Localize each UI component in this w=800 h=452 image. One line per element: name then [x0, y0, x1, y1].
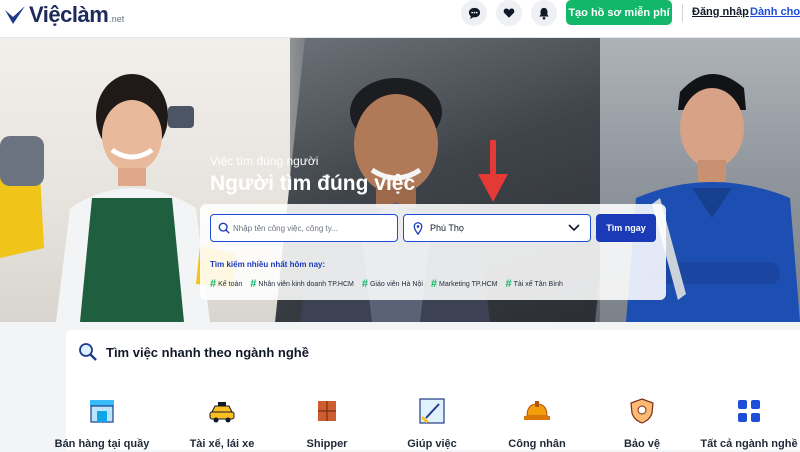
popular-tag[interactable]: # Giáo viên Hà Nội: [362, 278, 423, 290]
category-header: Tìm việc nhanh theo ngành nghề: [78, 342, 309, 362]
top-header: Việclàm .net Tạo hồ sơ miễn phí Đăng nhậ…: [0, 0, 800, 38]
hardhat-icon: [524, 401, 550, 420]
hashtag-icon: #: [505, 278, 512, 290]
popular-tag[interactable]: # Nhân viên kinh doanh TP.HCM: [250, 278, 354, 290]
create-cv-button[interactable]: Tạo hồ sơ miễn phí: [566, 0, 672, 25]
shop-icon: [90, 400, 114, 423]
popular-tag[interactable]: # Marketing TP.HCM: [431, 278, 498, 290]
bell-icon[interactable]: [531, 0, 557, 26]
category-label: Giúp việc: [407, 438, 457, 450]
hashtag-icon: #: [250, 278, 257, 290]
hashtag-icon: #: [361, 278, 368, 290]
cleaning-icon: [419, 398, 445, 424]
grid-icon: [738, 400, 760, 422]
keyword-search-input[interactable]: [233, 220, 393, 236]
magnifier-icon: [79, 343, 97, 361]
security-badge-icon: [630, 398, 654, 424]
heart-icon[interactable]: [496, 0, 522, 26]
logo-check-icon: [5, 6, 25, 24]
category-label: Bảo vệ: [623, 438, 661, 450]
popular-tag[interactable]: # Kế toán: [210, 278, 242, 290]
category-item[interactable]: Công nhân: [482, 396, 592, 452]
location-value: Phú Thọ: [430, 223, 464, 233]
category-label: Shipper: [306, 438, 348, 450]
category-label: Công nhân: [508, 438, 566, 450]
category-item[interactable]: Bảo vệ: [587, 396, 697, 452]
search-icon: [218, 222, 230, 234]
category-label: Tất cả ngành nghề: [700, 438, 798, 450]
hero-banner: Việc tìm đúng người Người tìm đúng việc …: [0, 38, 800, 322]
taxi-icon: [209, 402, 235, 423]
red-arrow-annotation-icon: [478, 140, 508, 202]
popular-searches-list: # Kế toán # Nhân viên kinh doanh TP.HCM # G…: [210, 278, 563, 290]
logo-text: Việclàm: [29, 2, 109, 27]
hashtag-icon: #: [430, 278, 438, 290]
package-icon: [318, 401, 336, 421]
category-title: Tìm việc nhanh theo ngành nghề: [106, 344, 309, 360]
site-logo[interactable]: Việclàm .net: [4, 3, 124, 27]
category-label: Bán hàng tại quầy: [54, 438, 150, 450]
category-item[interactable]: Tài xế, lái xe: [167, 396, 277, 452]
keyword-search-field[interactable]: [210, 214, 398, 242]
location-pin-icon: [413, 222, 423, 235]
hero-tagline-big: Người tìm đúng việc: [210, 172, 416, 195]
category-item[interactable]: Bán hàng tại quầy: [47, 396, 157, 452]
search-button[interactable]: Tìm ngay: [596, 214, 656, 242]
category-item[interactable]: Giúp việc: [377, 396, 487, 452]
hashtag-icon: #: [210, 278, 217, 290]
login-link[interactable]: Đăng nhập: [692, 6, 749, 18]
logo-suffix: .net: [109, 14, 125, 24]
hero-tagline-small: Việc tìm đúng người: [210, 154, 319, 168]
chevron-down-icon: [568, 224, 580, 232]
chat-icon[interactable]: [461, 0, 487, 26]
category-label: Tài xế, lái xe: [189, 438, 255, 450]
category-item[interactable]: Shipper: [272, 396, 382, 452]
location-select[interactable]: Phú Thọ: [403, 214, 591, 242]
category-section: Tìm việc nhanh theo ngành nghề Bán hàng …: [55, 330, 800, 452]
search-panel: Phú Thọ Tìm ngay Tìm kiếm nhiều nhất hôm…: [200, 204, 666, 300]
employer-link[interactable]: Dành cho n: [750, 6, 800, 18]
header-divider: [682, 4, 683, 22]
popular-tag[interactable]: # Tài xế Tân Bình: [506, 278, 563, 290]
category-item[interactable]: Tất cả ngành nghề: [694, 396, 800, 452]
popular-searches-label: Tìm kiếm nhiều nhất hôm nay:: [210, 260, 326, 269]
